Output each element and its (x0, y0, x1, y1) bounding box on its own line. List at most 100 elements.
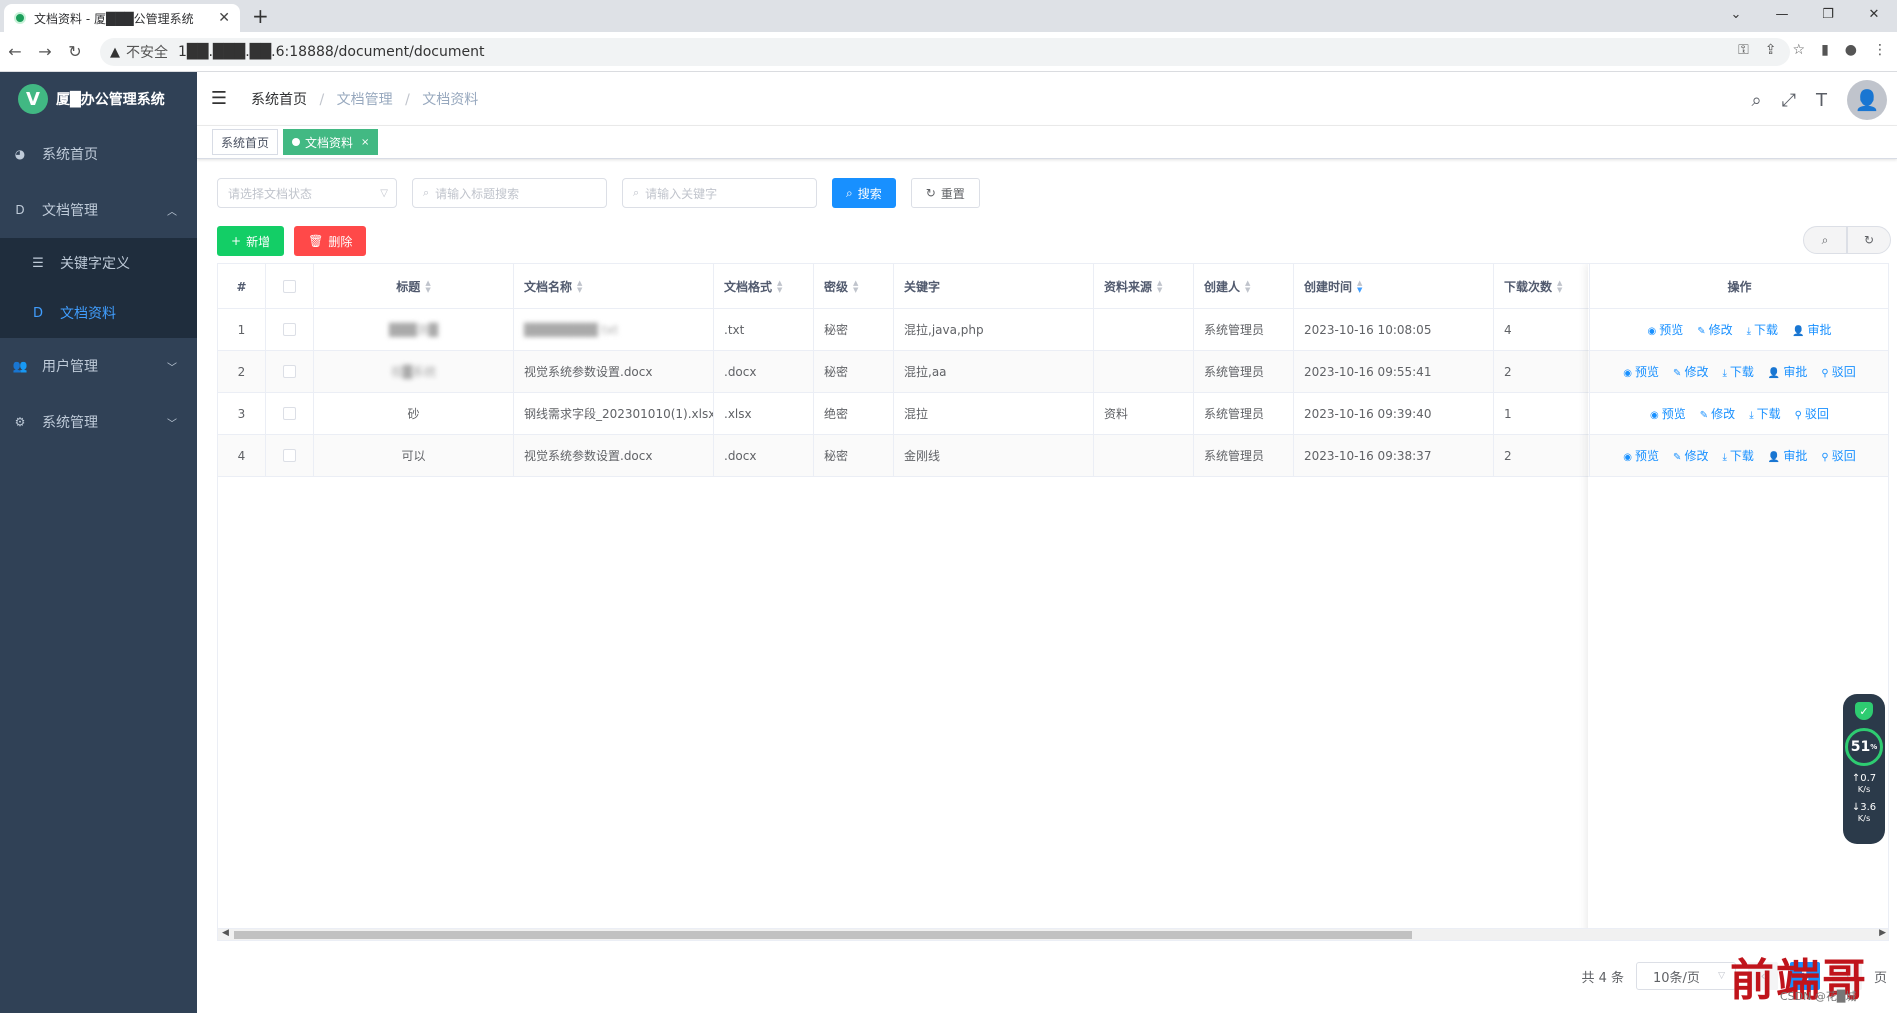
col-creator[interactable]: 创建人 ▲ ▼ (1194, 264, 1294, 309)
reject-link[interactable]: ⚲ 驳回 (1821, 447, 1855, 464)
new-tab-button[interactable]: + (252, 4, 269, 28)
edit-link[interactable]: ✎ 修改 (1673, 363, 1708, 380)
col-name[interactable]: 文档名称 ▲ ▼ (514, 264, 714, 309)
row-time-text: 2023-10-16 10:08:05 (1304, 322, 1432, 337)
search-button-label: 搜索 (857, 186, 882, 201)
preview-link[interactable]: ◉ 预览 (1623, 447, 1659, 464)
table-row[interactable]: 1 ███测█ ████████ txt .txt 秘密 混拉,java,php 系统管理员… (218, 309, 1888, 351)
pagination-total: 共 4 条 (1581, 970, 1624, 986)
hamburger-icon[interactable]: ☰ (197, 88, 241, 109)
close-icon[interactable]: × (361, 137, 369, 148)
col-format[interactable]: 文档格式 ▲ ▼ (714, 264, 814, 309)
row-checkbox[interactable] (283, 323, 296, 336)
row-level: 绝密 (814, 393, 894, 434)
row-time: 2023-10-16 10:08:05 (1294, 309, 1494, 350)
avatar[interactable]: 👤 (1847, 80, 1887, 120)
sidebar-item-keyword-definition[interactable]: ☰ 关键字定义 (0, 238, 197, 288)
scrollbar-thumb[interactable] (234, 931, 1412, 939)
add-button[interactable]: + 新增 (217, 226, 285, 256)
edit-link[interactable]: ✎ 修改 (1700, 405, 1735, 422)
plus-icon: + (231, 234, 242, 248)
col-level[interactable]: 密级 ▲ ▼ (814, 264, 894, 309)
restore-icon[interactable]: ❐ (1805, 0, 1851, 28)
sidebar-item-user-management[interactable]: 👥 用户管理 ﹀ (0, 338, 197, 394)
reset-button[interactable]: ↻ 重置 (910, 178, 980, 208)
back-icon[interactable]: ← (0, 42, 30, 61)
sidebar-item-system-management[interactable]: ⚙ 系统管理 ﹀ (0, 394, 197, 450)
tag-home[interactable]: 系统首页 (212, 129, 279, 155)
download-link[interactable]: ⤓ 下载 (1749, 405, 1780, 422)
minimize-icon[interactable]: — (1759, 0, 1805, 28)
scroll-right-icon[interactable]: ▶ (1879, 928, 1886, 938)
preview-link[interactable]: ◉ 预览 (1650, 405, 1686, 422)
status-select[interactable]: 请选择文档状态 ▽ (217, 178, 397, 208)
close-tab-icon[interactable]: ✕ (218, 10, 230, 26)
sidebar-item-document-data[interactable]: D 文档资料 (0, 288, 197, 338)
breadcrumb-item[interactable]: 系统首页 (251, 92, 307, 108)
reload-icon[interactable]: ↻ (60, 42, 90, 61)
title-search-input[interactable]: ⌕ 请输入标题搜索 (412, 178, 607, 208)
upload-speed-value: 0.7 (1860, 773, 1877, 784)
row-level-text: 秘密 (824, 365, 849, 379)
row-checkbox[interactable] (283, 449, 296, 462)
edit-link[interactable]: ✎ 修改 (1673, 447, 1708, 464)
approve-link[interactable]: 👤 审批 (1768, 363, 1807, 380)
edit-link[interactable]: ✎ 修改 (1697, 321, 1732, 338)
preview-link[interactable]: ◉ 预览 (1647, 321, 1683, 338)
sidebar-item-document-management[interactable]: D 文档管理 ︿ (0, 182, 197, 238)
table-row[interactable]: 3 砂 钢线需求字段_202301010(1).xlsx .xlsx 绝密 混拉 资料 系统管… (218, 393, 1888, 435)
browser-tab[interactable]: 文档资料 - 厦███公管理系统 ✕ (4, 4, 240, 32)
share-icon[interactable]: ⇪ (1765, 42, 1777, 58)
sidebar-item-home[interactable]: ◕ 系统首页 (0, 126, 197, 182)
reject-link[interactable]: ⚲ 驳回 (1795, 405, 1829, 422)
table-row[interactable]: 2 视█系统 视觉系统参数设置.docx .docx 秘密 混拉,aa 系统管理员 2023-… (218, 351, 1888, 393)
page-size-select[interactable]: 10条/页 ▽ (1635, 962, 1736, 990)
col-time[interactable]: 创建时间 ▲ ▼ (1294, 264, 1494, 309)
refresh-button[interactable]: ↻ (1847, 226, 1891, 254)
col-source[interactable]: 资料来源 ▲ ▼ (1094, 264, 1194, 309)
row-title: 可以 (314, 435, 514, 476)
menu-kebab-icon[interactable]: ⋮ (1873, 42, 1887, 58)
search-button[interactable]: ⌕ 搜索 (832, 178, 896, 208)
keyword-input[interactable]: ⌕ 请输入关键字 (622, 178, 817, 208)
table-row[interactable]: 4 可以 视觉系统参数设置.docx .docx 秘密 金刚线 系统管理员 2023-10-1… (218, 435, 1888, 477)
sort-icon: ▲ ▼ (1245, 278, 1251, 294)
download-link[interactable]: ⤓ 下载 (1722, 363, 1753, 380)
select-all-checkbox[interactable] (283, 280, 296, 293)
forward-icon[interactable]: → (30, 42, 60, 61)
logo[interactable]: V 厦█办公管理系统 (0, 72, 197, 126)
page-size-value: 10条/页 (1652, 970, 1700, 986)
url-field[interactable]: ▲ 不安全 1██.███.██.6:18888/document/docume… (100, 38, 1790, 66)
approve-link[interactable]: 👤 审批 (1792, 321, 1831, 338)
tag-document-data[interactable]: 文档资料 × (283, 129, 379, 155)
cpu-percent-unit: % (1870, 743, 1878, 751)
toggle-search-button[interactable]: ⌕ (1803, 226, 1847, 254)
col-title[interactable]: 标题 ▲ ▼ (314, 264, 514, 309)
approve-link[interactable]: 👤 审批 (1768, 447, 1807, 464)
row-index: 4 (218, 435, 266, 476)
profile-icon[interactable]: ● (1845, 42, 1857, 58)
row-checkbox[interactable] (283, 365, 296, 378)
scroll-left-icon[interactable]: ◀ (222, 928, 229, 938)
fullscreen-icon[interactable]: ⤢ (1782, 90, 1796, 111)
close-window-icon[interactable]: ✕ (1851, 0, 1897, 28)
col-downloads[interactable]: 下载次数 ▲ ▼ (1494, 264, 1590, 309)
font-size-icon[interactable]: T (1816, 90, 1827, 111)
horizontal-scrollbar[interactable]: ◀ ▶ (218, 928, 1888, 940)
delete-button[interactable]: 🗑 删除 (294, 226, 367, 256)
preview-link[interactable]: ◉ 预览 (1623, 363, 1659, 380)
document-icon: D (15, 203, 25, 217)
star-icon[interactable]: ☆ (1793, 42, 1806, 58)
network-monitor-widget[interactable]: ✓ 51% ↑0.7 K/s ↓3.6 K/s (1843, 694, 1885, 844)
row-format-text: .xlsx (724, 406, 752, 421)
search-icon[interactable]: ⌕ (1752, 90, 1762, 111)
logo-icon: V (18, 84, 48, 114)
key-icon[interactable]: ⚿ (1738, 42, 1749, 58)
reject-link[interactable]: ⚲ 驳回 (1821, 363, 1855, 380)
download-link[interactable]: ⤓ 下载 (1747, 321, 1778, 338)
sidepanel-icon[interactable]: ▮ (1821, 42, 1829, 58)
tab-search-icon[interactable]: ⌄ (1713, 0, 1759, 28)
row-level: 秘密 (814, 309, 894, 350)
download-link[interactable]: ⤓ 下载 (1722, 447, 1753, 464)
row-checkbox[interactable] (283, 407, 296, 420)
